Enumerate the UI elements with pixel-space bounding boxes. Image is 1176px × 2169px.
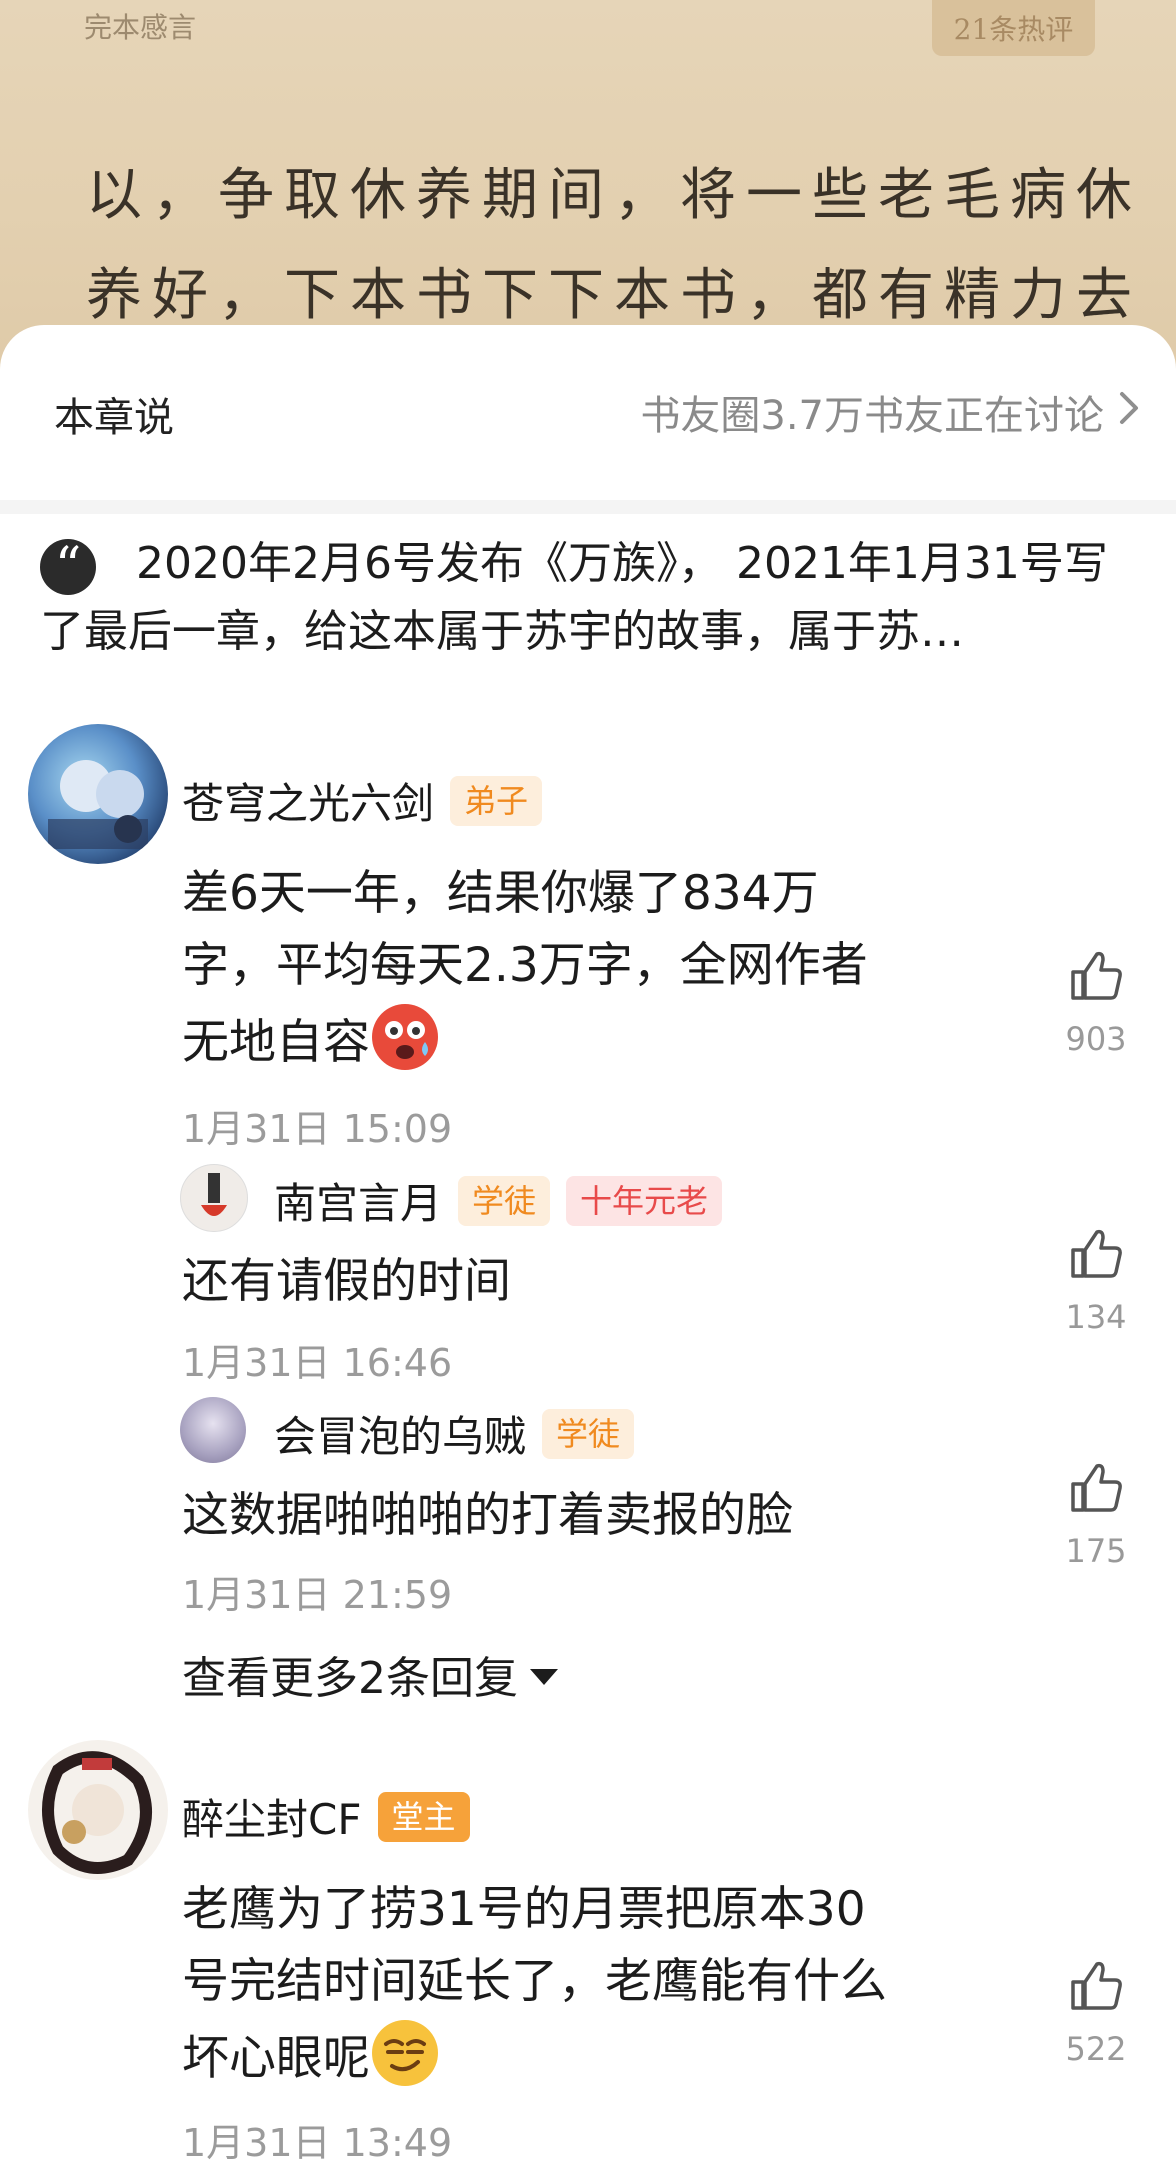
- quote-icon: “: [40, 539, 96, 595]
- like-button[interactable]: 175: [1056, 1460, 1136, 1570]
- comment-text-line: 号完结时间延长了，老鹰能有什么: [182, 1954, 887, 2009]
- username: 醉尘封CF: [182, 1795, 362, 1844]
- thumbs-up-icon: [1069, 1229, 1123, 1284]
- username: 南宫言月: [274, 1179, 443, 1228]
- comment-text-line: 坏心眼呢: [182, 2031, 370, 2086]
- section-divider: [0, 500, 1176, 514]
- reply-author[interactable]: 南宫言月 学徒 十年元老: [274, 1170, 723, 1231]
- like-button[interactable]: 903: [1056, 948, 1136, 1058]
- user-badge: 学徒: [542, 1408, 635, 1459]
- comment-text-line: 字，平均每天2.3万字，全网作者: [182, 938, 868, 993]
- quote-text: 2020年2月6号发布《万族》， 2021年1月31号写了最后一章，给这本属于苏…: [40, 538, 1108, 657]
- sheet-header: 本章说 书友圈3.7万书友正在讨论: [0, 325, 1176, 500]
- thumbs-up-icon: [1069, 951, 1123, 1006]
- comment-date: 1月31日 13:49: [182, 2121, 453, 2165]
- like-button[interactable]: 522: [1056, 1958, 1136, 2068]
- comment-date: 1月31日 15:09: [182, 1107, 453, 1151]
- avatar[interactable]: [28, 724, 168, 864]
- quoted-paragraph[interactable]: “2020年2月6号发布《万族》， 2021年1月31号写了最后一章，给这本属于…: [40, 530, 1140, 666]
- user-badge: 十年元老: [566, 1175, 723, 1226]
- chapter-label: 完本感言: [84, 11, 197, 44]
- comment-text-line: 老鹰为了捞31号的月票把原本30: [182, 1882, 866, 1937]
- avatar[interactable]: [28, 1740, 168, 1880]
- more-replies-label: 查看更多2条回复: [182, 1653, 518, 1704]
- sheet-title: 本章说: [54, 395, 174, 441]
- user-badge: 堂主: [377, 1791, 470, 1842]
- hot-comments-badge[interactable]: 21条热评: [932, 0, 1095, 56]
- chevron-right-icon: [1118, 389, 1140, 435]
- more-replies-button[interactable]: 查看更多2条回复: [182, 1642, 558, 1706]
- user-badge: 学徒: [458, 1175, 551, 1226]
- reader-text-line-2: 养好，下本书下下本书，都有精力去: [86, 263, 1142, 328]
- avatar[interactable]: [180, 1397, 246, 1463]
- comment-text-line: 差6天一年，结果你爆了834万: [182, 866, 819, 921]
- like-button[interactable]: 134: [1056, 1226, 1136, 1336]
- reply-date: 1月31日 16:46: [182, 1341, 453, 1385]
- comment-author[interactable]: 醉尘封CF 堂主: [182, 1786, 470, 1847]
- scared-face-emoji: [370, 1002, 440, 1072]
- username: 苍穹之光六剑: [182, 779, 435, 828]
- thumbs-up-icon: [1069, 1463, 1123, 1518]
- reply-date: 1月31日 21:59: [182, 1573, 453, 1617]
- comment-text: 差6天一年，结果你爆了834万 字，平均每天2.3万字，全网作者 无地自容: [182, 858, 1002, 1079]
- reader-page: 完本感言 21条热评 以，争取休养期间，将一些老毛病休 养好，下本书下下本书，都…: [0, 0, 1176, 380]
- reply-author[interactable]: 会冒泡的乌贼 学徒: [274, 1403, 635, 1464]
- like-count: 175: [1065, 1532, 1127, 1570]
- avatar[interactable]: [180, 1164, 248, 1232]
- comment-text: 老鹰为了捞31号的月票把原本30 号完结时间延长了，老鹰能有什么 坏心眼呢: [182, 1874, 1022, 2095]
- comment-text-line: 无地自容: [182, 1015, 370, 1070]
- reader-text-line-1: 以，争取休养期间，将一些老毛病休: [86, 163, 1142, 228]
- username: 会冒泡的乌贼: [274, 1412, 527, 1461]
- like-count: 522: [1065, 2030, 1127, 2068]
- discussion-link[interactable]: 书友圈3.7万书友正在讨论: [640, 383, 1140, 441]
- reply-text: 还有请假的时间: [182, 1254, 511, 1309]
- thumbs-up-icon: [1069, 1961, 1123, 2016]
- reply-text: 这数据啪啪啪的打着卖报的脸: [182, 1488, 793, 1543]
- user-badge: 弟子: [450, 775, 543, 826]
- caret-down-icon: [530, 1669, 558, 1685]
- comment-author[interactable]: 苍穹之光六剑 弟子: [182, 770, 543, 831]
- like-count: 903: [1065, 1020, 1127, 1058]
- like-count: 134: [1065, 1298, 1127, 1336]
- discussion-link-label: 书友圈3.7万书友正在讨论: [640, 393, 1104, 439]
- smirk-face-emoji: [370, 2018, 440, 2088]
